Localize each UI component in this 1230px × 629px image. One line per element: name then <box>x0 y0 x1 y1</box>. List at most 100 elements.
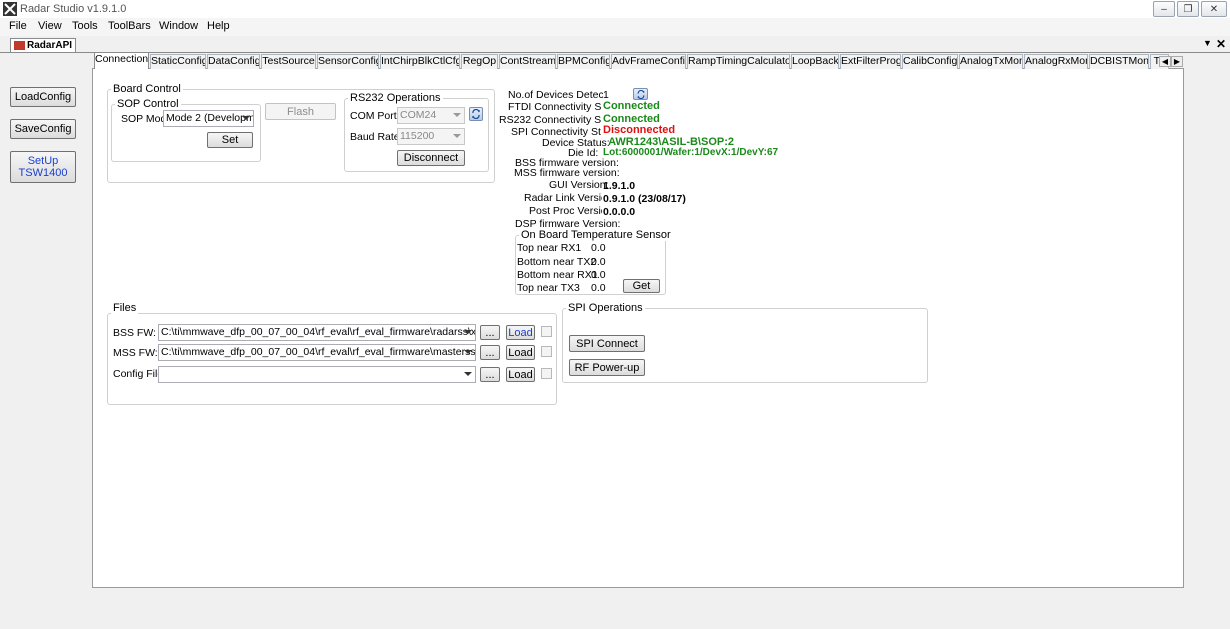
load-config-button[interactable]: LoadConfig <box>10 87 76 107</box>
spi-connect-button[interactable]: SPI Connect <box>569 335 645 352</box>
baud-rate-value: 115200 <box>400 130 435 142</box>
menu-help[interactable]: Help <box>207 20 230 32</box>
temp-value-bottom-tx2: 0.0 <box>591 256 606 268</box>
mss-fw-version-label: MSS firmware version: <box>514 167 620 179</box>
com-port-select[interactable]: COM24 <box>397 107 465 124</box>
config-load-checkbox[interactable] <box>541 368 552 379</box>
bss-fw-label: BSS FW: <box>113 327 156 339</box>
save-config-button[interactable]: SaveConfig <box>10 119 76 139</box>
files-title: Files <box>111 302 139 314</box>
setup-label-line1: SetUp <box>27 155 59 167</box>
temp-value-top-tx3: 0.0 <box>591 282 606 294</box>
document-tab-strip <box>0 36 1230 52</box>
get-temperature-button[interactable]: Get <box>623 279 660 293</box>
gui-version-value: 1.9.1.0 <box>603 180 636 192</box>
tab-bpmconfig[interactable]: BPMConfig <box>557 54 610 69</box>
minimize-button[interactable]: – <box>1153 1 1175 17</box>
setup-tsw1400-button[interactable]: SetUp TSW1400 <box>10 151 76 183</box>
post-proc-version-value: 0.0.0.0 <box>603 206 636 218</box>
menu-toolbars[interactable]: ToolBars <box>108 20 151 32</box>
window-title: Radar Studio v1.9.1.0 <box>20 3 127 15</box>
tab-loopback[interactable]: LoopBack <box>791 54 839 69</box>
tab-advframeconfig[interactable]: AdvFrameConfig <box>611 54 686 69</box>
radar-link-version-label: Radar Link Version: <box>524 192 602 204</box>
mss-browse-button[interactable]: ... <box>480 345 500 360</box>
tab-connection[interactable]: Connection <box>94 52 149 69</box>
tab-scroll-right-icon[interactable]: ▶ <box>1171 56 1183 67</box>
temp-label-top-tx3: Top near TX3 <box>517 282 580 294</box>
title-bar: Radar Studio v1.9.1.0 – ❐ ✕ <box>0 0 1230 18</box>
bss-fw-path-value: C:\ti\mmwave_dfp_00_07_00_04\rf_eval\rf_… <box>161 326 476 338</box>
tab-strip-divider <box>0 52 1230 53</box>
restore-button[interactable]: ❐ <box>1177 1 1199 17</box>
tab-extfilterprog[interactable]: ExtFilterProg <box>840 54 901 69</box>
restore-icon: ❐ <box>1183 3 1193 15</box>
mss-load-button[interactable]: Load <box>506 345 535 360</box>
chevron-down-icon <box>464 372 472 376</box>
die-id-value: Lot:6000001/Wafer:1/DevX:1/DevY:67 <box>603 147 779 158</box>
radar-link-version-value: 0.9.1.0 (23/08/17) <box>603 193 686 205</box>
tab-testsource[interactable]: TestSource <box>261 54 316 69</box>
bss-load-button[interactable]: Load <box>506 325 535 340</box>
config-file-select[interactable] <box>158 366 476 383</box>
tab-dcbistmon[interactable]: DCBISTMon <box>1089 54 1149 69</box>
com-port-label: COM Port <box>350 110 397 122</box>
config-browse-button[interactable]: ... <box>480 367 500 382</box>
mss-load-checkbox[interactable] <box>541 346 552 357</box>
rf-powerup-button[interactable]: RF Power-up <box>569 359 645 376</box>
sop-mode-label: SOP Mode <box>121 113 165 125</box>
close-icon: ✕ <box>1209 3 1219 15</box>
tab-analogrxmon[interactable]: AnalogRxMon <box>1024 54 1088 69</box>
temp-label-bottom-tx2: Bottom near TX2 <box>517 256 597 268</box>
tab-calibconfig[interactable]: CalibConfig <box>902 54 958 69</box>
chevron-down-icon <box>453 134 461 138</box>
rs232-status-label: RS232 Connectivity Status <box>499 114 601 126</box>
bss-fw-path-select[interactable]: C:\ti\mmwave_dfp_00_07_00_04\rf_eval\rf_… <box>158 324 476 341</box>
refresh-com-ports-button[interactable] <box>469 107 483 121</box>
close-window-button[interactable]: ✕ <box>1201 1 1227 17</box>
tab-ramptimingcalculator[interactable]: RampTimingCalculator <box>687 54 790 69</box>
baud-rate-select[interactable]: 115200 <box>397 128 465 145</box>
setup-label-line2: TSW1400 <box>18 167 68 179</box>
bss-browse-button[interactable]: ... <box>480 325 500 340</box>
sop-mode-select[interactable]: Mode 2 (Development) <box>163 110 254 127</box>
tab-scroll-left-icon[interactable]: ◀ <box>1159 56 1171 67</box>
mss-fw-path-select[interactable]: C:\ti\mmwave_dfp_00_07_00_04\rf_eval\rf_… <box>158 344 476 361</box>
tab-contstream[interactable]: ContStream <box>499 54 556 69</box>
baud-rate-label: Baud Rate <box>350 131 400 143</box>
chevron-down-icon <box>464 330 472 334</box>
menu-file[interactable]: File <box>9 20 27 32</box>
sop-mode-value: Mode 2 (Development) <box>166 112 254 124</box>
tab-intchirpblkctlcfg[interactable]: IntChirpBlkCtlCfg <box>380 54 460 69</box>
document-tab-radarapi[interactable]: RadarAPI <box>10 38 76 52</box>
app-icon <box>3 2 17 16</box>
tab-dropdown-icon[interactable]: ▼ <box>1203 38 1212 48</box>
refresh-devices-button[interactable] <box>633 88 648 100</box>
tab-analogtxmon[interactable]: AnalogTxMon <box>959 54 1023 69</box>
menu-tools[interactable]: Tools <box>72 20 98 32</box>
bss-load-checkbox[interactable] <box>541 326 552 337</box>
radar-document-icon <box>14 41 25 50</box>
tab-sensorconfig[interactable]: SensorConfig <box>317 54 379 69</box>
document-tab-label: RadarAPI <box>27 40 73 51</box>
temperature-sensor-title: On Board Temperature Sensor <box>519 229 673 241</box>
close-document-icon[interactable]: ✕ <box>1216 37 1226 51</box>
disconnect-button[interactable]: Disconnect <box>397 150 465 166</box>
temp-value-top-rx1: 0.0 <box>591 242 606 254</box>
config-load-button[interactable]: Load <box>506 367 535 382</box>
sop-set-button[interactable]: Set <box>207 132 253 148</box>
temp-label-bottom-rx1: Bottom near RX1 <box>517 269 598 281</box>
menu-view[interactable]: View <box>38 20 62 32</box>
refresh-icon <box>637 89 644 99</box>
temp-value-bottom-rx1: 0.0 <box>591 269 606 281</box>
flash-button[interactable]: Flash <box>265 103 336 120</box>
menu-bar: File View Tools ToolBars Window Help <box>0 18 1230 36</box>
gui-version-label: GUI Version: <box>549 179 609 191</box>
refresh-icon <box>472 109 480 119</box>
tab-dataconfig[interactable]: DataConfig <box>207 54 260 69</box>
ftdi-status-value: Connected <box>603 100 660 112</box>
tab-staticconfig[interactable]: StaticConfig <box>150 54 206 69</box>
sop-control-title: SOP Control <box>115 98 181 110</box>
menu-window[interactable]: Window <box>159 20 198 32</box>
tab-regop[interactable]: RegOp <box>461 54 498 69</box>
